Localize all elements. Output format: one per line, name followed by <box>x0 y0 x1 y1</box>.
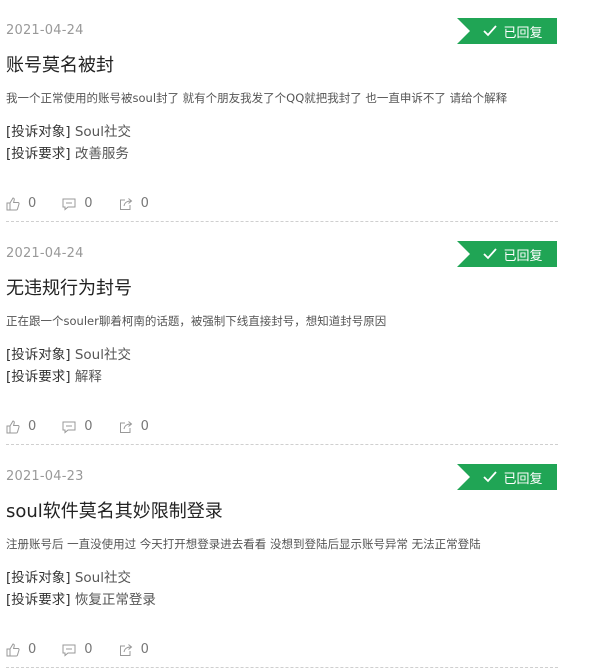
share-button[interactable]: 0 <box>119 419 149 434</box>
complaint-date: 2021-04-24 <box>6 246 84 261</box>
complaint-date: 2021-04-24 <box>6 23 84 38</box>
complaint-description: 注册账号后 一直没使用过 今天打开想登录进去看看 没想到登陆后显示账号异常 无法… <box>6 537 481 551</box>
thumbs-up-icon <box>6 196 20 210</box>
status-badge: 已回复 <box>457 464 557 490</box>
divider <box>6 667 558 668</box>
check-icon <box>483 248 498 260</box>
like-count: 0 <box>28 419 37 434</box>
divider <box>6 221 558 222</box>
complaint-request: [投诉要求] 解释 <box>6 365 102 385</box>
comment-count: 0 <box>84 419 93 434</box>
comment-button[interactable]: 0 <box>62 196 93 211</box>
complaint-stats: 0 0 0 <box>6 419 175 434</box>
complaint-description: 正在跟一个souler聊着柯南的话题，被强制下线直接封号，想知道封号原因 <box>6 314 387 328</box>
share-count: 0 <box>140 419 149 434</box>
target-label: [投诉对象] <box>6 570 71 586</box>
comment-button[interactable]: 0 <box>62 642 93 657</box>
comment-count: 0 <box>84 196 93 211</box>
complaint-target: [投诉对象] Soul社交 <box>6 566 131 586</box>
status-badge: 已回复 <box>457 241 557 267</box>
target-value: Soul社交 <box>74 570 131 586</box>
target-value: Soul社交 <box>74 347 131 363</box>
status-label: 已回复 <box>503 248 543 264</box>
like-count: 0 <box>28 642 37 657</box>
share-icon <box>119 197 132 210</box>
share-button[interactable]: 0 <box>119 196 149 211</box>
complaint-request: [投诉要求] 恢复正常登录 <box>6 588 156 608</box>
share-icon <box>119 643 132 656</box>
request-label: [投诉要求] <box>6 369 71 385</box>
complaint-stats: 0 0 0 <box>6 642 175 657</box>
complaint-request: [投诉要求] 改善服务 <box>6 142 129 162</box>
complaint-list: 2021-04-24 已回复 账号莫名被封 我一个正常使用的账号被soul封了 … <box>0 0 600 670</box>
status-label: 已回复 <box>503 25 543 41</box>
status-badge: 已回复 <box>457 18 557 44</box>
comment-icon <box>62 198 76 211</box>
share-button[interactable]: 0 <box>119 642 149 657</box>
complaint-card[interactable]: 2021-04-24 已回复 账号莫名被封 我一个正常使用的账号被soul封了 … <box>0 0 560 223</box>
check-icon <box>483 471 498 483</box>
like-button[interactable]: 0 <box>6 419 36 434</box>
divider <box>6 444 558 445</box>
target-value: Soul社交 <box>74 124 131 140</box>
request-value: 恢复正常登录 <box>74 592 156 608</box>
complaint-target: [投诉对象] Soul社交 <box>6 120 131 140</box>
complaint-stats: 0 0 0 <box>6 196 175 211</box>
complaint-title[interactable]: 账号莫名被封 <box>6 51 114 77</box>
thumbs-up-icon <box>6 642 20 656</box>
request-value: 解释 <box>74 369 102 385</box>
like-button[interactable]: 0 <box>6 642 36 657</box>
comment-icon <box>62 421 76 434</box>
complaint-target: [投诉对象] Soul社交 <box>6 343 131 363</box>
request-label: [投诉要求] <box>6 592 71 608</box>
share-count: 0 <box>140 642 149 657</box>
target-label: [投诉对象] <box>6 347 71 363</box>
target-label: [投诉对象] <box>6 124 71 140</box>
complaint-title[interactable]: 无违规行为封号 <box>6 274 132 300</box>
complaint-title[interactable]: soul软件莫名其妙限制登录 <box>6 497 223 523</box>
comment-count: 0 <box>84 642 93 657</box>
complaint-card[interactable]: 2021-04-23 已回复 soul软件莫名其妙限制登录 注册账号后 一直没使… <box>0 446 560 669</box>
share-icon <box>119 420 132 433</box>
thumbs-up-icon <box>6 419 20 433</box>
share-count: 0 <box>140 196 149 211</box>
complaint-date: 2021-04-23 <box>6 469 84 484</box>
like-button[interactable]: 0 <box>6 196 36 211</box>
request-label: [投诉要求] <box>6 146 71 162</box>
complaint-card[interactable]: 2021-04-24 已回复 无违规行为封号 正在跟一个souler聊着柯南的话… <box>0 223 560 446</box>
like-count: 0 <box>28 196 37 211</box>
status-label: 已回复 <box>503 471 543 487</box>
comment-icon <box>62 644 76 657</box>
comment-button[interactable]: 0 <box>62 419 93 434</box>
request-value: 改善服务 <box>74 146 129 162</box>
complaint-description: 我一个正常使用的账号被soul封了 就有个朋友我发了个QQ就把我封了 也一直申诉… <box>6 91 508 105</box>
check-icon <box>483 25 498 37</box>
